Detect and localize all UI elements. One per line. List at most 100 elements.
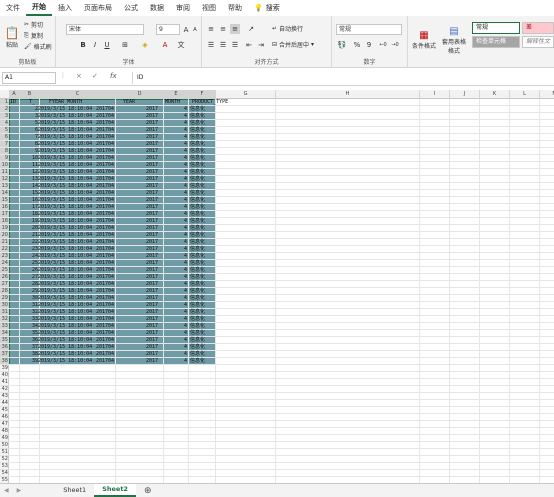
- column-header[interactable]: I: [420, 90, 450, 99]
- column-title-cell[interactable]: YEAR: [123, 99, 171, 106]
- table-cell[interactable]: 2017: [116, 134, 158, 141]
- table-cell[interactable]: 4: [164, 330, 187, 337]
- table-cell[interactable]: 2: [9, 106, 38, 113]
- table-cell[interactable]: 4: [164, 127, 187, 134]
- table-cell[interactable]: 6: [9, 127, 38, 134]
- table-row[interactable]: 30 2019/3/15 18:10:04 201704 2017 4 信息化: [9, 295, 216, 302]
- row-header[interactable]: 37: [0, 351, 9, 358]
- table-cell[interactable]: 201704: [40, 309, 114, 316]
- table-cell[interactable]: 4: [164, 204, 187, 211]
- table-cell[interactable]: 24: [9, 253, 38, 260]
- table-cell[interactable]: 37: [9, 344, 38, 351]
- table-cell[interactable]: 201704: [40, 274, 114, 281]
- table-cell[interactable]: 22: [9, 239, 38, 246]
- table-row[interactable]: 17 2019/3/15 18:10:04 201704 2017 4 信息化: [9, 204, 216, 211]
- row-header[interactable]: 32: [0, 316, 9, 323]
- table-cell[interactable]: 信息化: [190, 204, 277, 211]
- table-cell[interactable]: 201704: [40, 204, 114, 211]
- comma-button[interactable]: 9: [364, 40, 374, 50]
- row-header[interactable]: 34: [0, 330, 9, 337]
- row-header[interactable]: 52: [0, 456, 9, 463]
- row-header[interactable]: 17: [0, 211, 9, 218]
- table-cell[interactable]: 201704: [40, 337, 114, 344]
- table-cell[interactable]: 201704: [40, 120, 114, 127]
- table-cell[interactable]: 4: [164, 176, 187, 183]
- table-row[interactable]: 27 2019/3/15 18:10:04 201704 2017 4 信息化: [9, 274, 216, 281]
- row-header[interactable]: 13: [0, 183, 9, 190]
- menu-item[interactable]: 公式: [118, 0, 144, 16]
- table-cell[interactable]: 19: [9, 218, 38, 225]
- table-cell[interactable]: 2017: [116, 183, 158, 190]
- row-header[interactable]: 51: [0, 449, 9, 456]
- table-cell[interactable]: 2017: [116, 281, 158, 288]
- table-cell[interactable]: 21: [9, 232, 38, 239]
- table-cell[interactable]: 36: [9, 337, 38, 344]
- row-header[interactable]: 43: [0, 393, 9, 400]
- table-row[interactable]: 13 2019/3/15 18:10:04 201704 2017 4 信息化: [9, 176, 216, 183]
- table-row[interactable]: 32 2019/3/15 18:10:04 201704 2017 4 信息化: [9, 309, 216, 316]
- table-cell[interactable]: 2017: [116, 295, 158, 302]
- row-header[interactable]: 21: [0, 239, 9, 246]
- table-cell[interactable]: 2017: [116, 344, 158, 351]
- row-header[interactable]: 29: [0, 295, 9, 302]
- row-header[interactable]: 30: [0, 302, 9, 309]
- table-cell[interactable]: 信息化: [190, 211, 277, 218]
- column-header[interactable]: C: [40, 90, 116, 99]
- table-cell[interactable]: 信息化: [190, 274, 277, 281]
- row-header[interactable]: 45: [0, 407, 9, 414]
- enter-icon[interactable]: ✓: [92, 72, 98, 80]
- column-header[interactable]: L: [510, 90, 540, 99]
- align-top-button[interactable]: ≡: [206, 24, 216, 34]
- column-header[interactable]: H: [276, 90, 420, 99]
- shrink-font-button[interactable]: A: [191, 24, 199, 35]
- row-header[interactable]: 9: [0, 155, 9, 162]
- table-row[interactable]: 9 2019/3/15 18:10:04 201704 2017 4 信息化: [9, 148, 216, 155]
- row-header[interactable]: 2: [0, 106, 9, 113]
- column-header[interactable]: E: [164, 90, 189, 99]
- table-row[interactable]: 3 2019/3/15 18:10:04 201704 2017 4 信息化: [9, 113, 216, 120]
- row-header[interactable]: 11: [0, 169, 9, 176]
- table-cell[interactable]: 4: [164, 309, 187, 316]
- row-header[interactable]: 5: [0, 127, 9, 134]
- row-header[interactable]: 26: [0, 274, 9, 281]
- table-cell[interactable]: 信息化: [190, 162, 277, 169]
- table-cell[interactable]: 17: [9, 204, 38, 211]
- table-row[interactable]: 7 2019/3/15 18:10:04 201704 2017 4 信息化: [9, 134, 216, 141]
- table-cell[interactable]: 信息化: [190, 169, 277, 176]
- table-cell[interactable]: 信息化: [190, 120, 277, 127]
- table-cell[interactable]: 2017: [116, 197, 158, 204]
- row-header[interactable]: 16: [0, 204, 9, 211]
- table-row[interactable]: 2 2019/3/15 18:10:04 201704 2017 4 信息化: [9, 106, 216, 113]
- table-cell[interactable]: 9: [9, 148, 38, 155]
- table-cell[interactable]: 29: [9, 288, 38, 295]
- table-row[interactable]: 21 2019/3/15 18:10:04 201704 2017 4 信息化: [9, 232, 216, 239]
- row-header[interactable]: 23: [0, 253, 9, 260]
- copy-button[interactable]: ⎘ 复制: [24, 31, 43, 41]
- table-cell[interactable]: 2017: [116, 218, 158, 225]
- table-cell[interactable]: 4: [164, 134, 187, 141]
- table-cell[interactable]: 201704: [40, 323, 114, 330]
- table-cell[interactable]: 32: [9, 309, 38, 316]
- table-row[interactable]: 38 2019/3/15 18:10:04 201704 2017 4 信息化: [9, 351, 216, 358]
- menu-item[interactable]: 插入: [52, 0, 78, 16]
- row-header[interactable]: 15: [0, 197, 9, 204]
- formula-input[interactable]: ID: [132, 72, 552, 84]
- merge-center-button[interactable]: ⊟ 合并后居中 ▾: [272, 40, 314, 49]
- row-header[interactable]: 38: [0, 358, 9, 365]
- table-cell[interactable]: 信息化: [190, 134, 277, 141]
- table-row[interactable]: 16 2019/3/15 18:10:04 201704 2017 4 信息化: [9, 197, 216, 204]
- name-box[interactable]: A1: [2, 72, 56, 84]
- search-box[interactable]: 💡 搜索: [248, 3, 286, 13]
- table-cell[interactable]: 201704: [40, 148, 114, 155]
- table-cell[interactable]: 2017: [116, 239, 158, 246]
- column-header[interactable]: B: [20, 90, 40, 99]
- table-cell[interactable]: 信息化: [190, 148, 277, 155]
- table-cell[interactable]: 2017: [116, 141, 158, 148]
- column-header[interactable]: M: [540, 90, 554, 99]
- table-row[interactable]: 26 2019/3/15 18:10:04 201704 2017 4 信息化: [9, 267, 216, 274]
- row-header[interactable]: 54: [0, 470, 9, 477]
- table-cell[interactable]: 201704: [40, 176, 114, 183]
- row-header[interactable]: 39: [0, 365, 9, 372]
- table-cell[interactable]: 4: [164, 358, 187, 365]
- table-cell[interactable]: 23: [9, 246, 38, 253]
